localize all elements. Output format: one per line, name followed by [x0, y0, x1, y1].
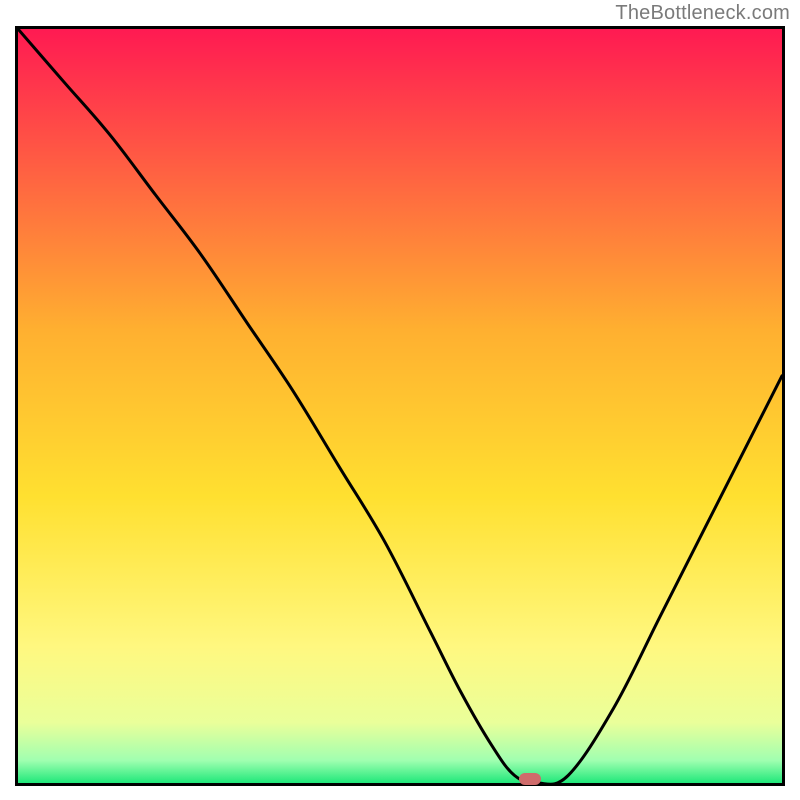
chart-background-gradient	[18, 29, 782, 783]
chart-plot-area	[15, 26, 785, 786]
optimal-point-marker	[519, 773, 541, 785]
chart-svg	[18, 29, 782, 783]
watermark-text: TheBottleneck.com	[615, 2, 790, 25]
